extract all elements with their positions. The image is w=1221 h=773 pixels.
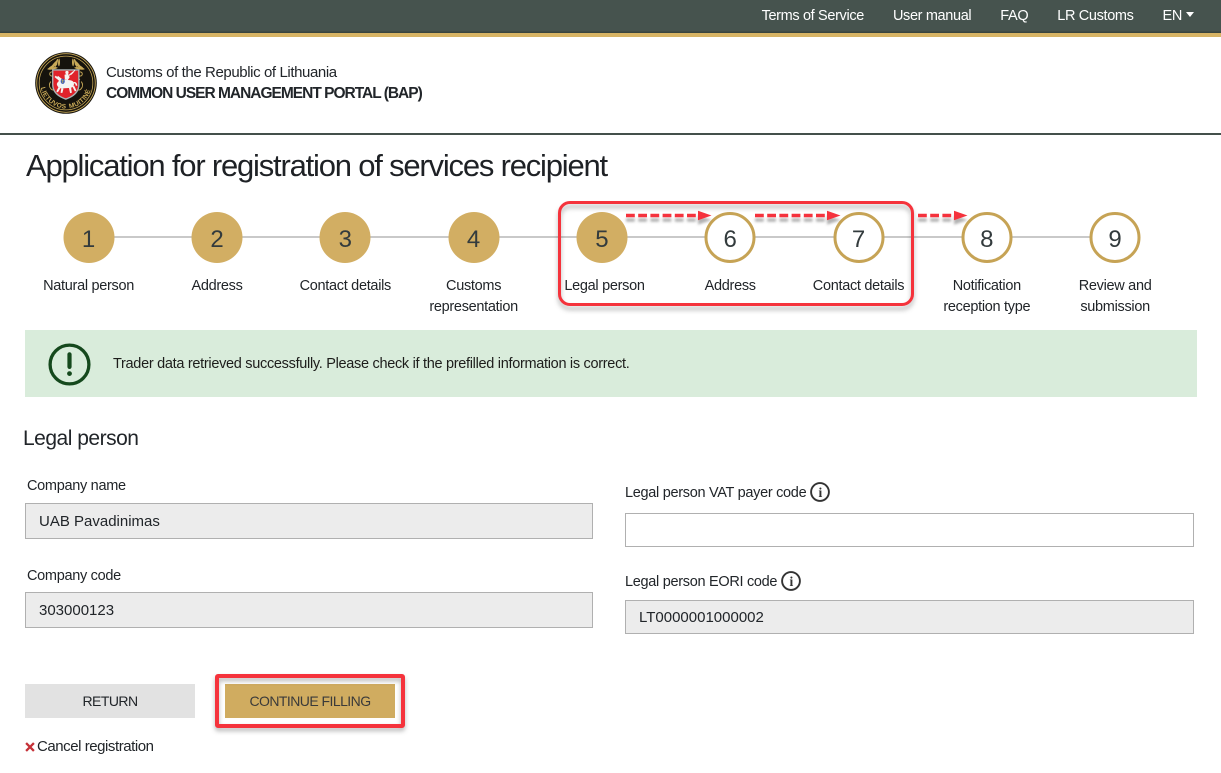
svg-text:i: i — [819, 485, 823, 500]
svg-text:i: i — [790, 574, 794, 589]
